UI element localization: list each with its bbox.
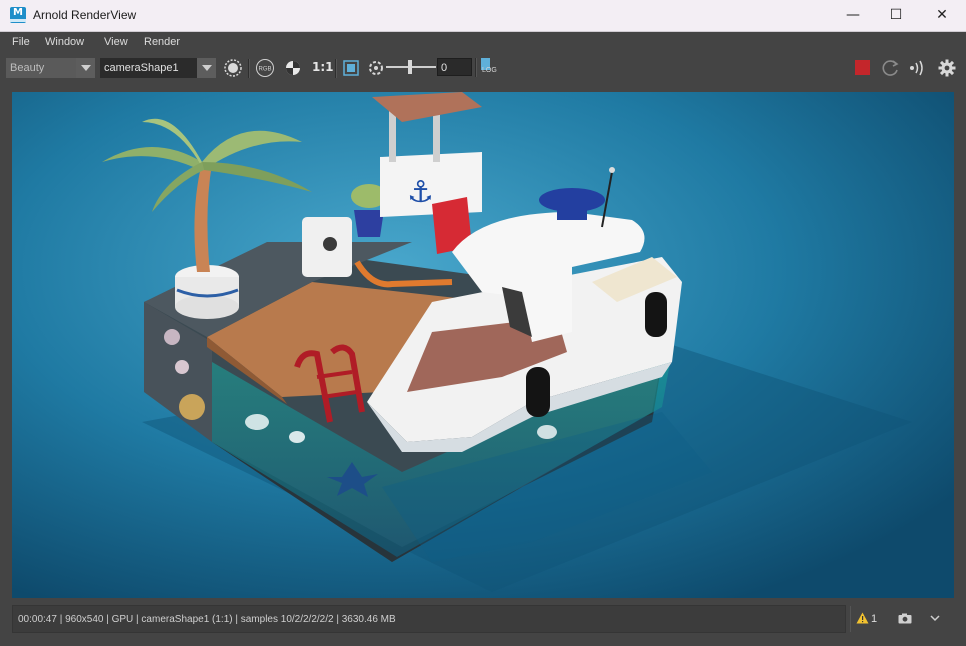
toolbar-separator — [335, 59, 337, 78]
aperture-icon[interactable] — [223, 58, 243, 78]
rgb-icon[interactable]: RGB — [255, 58, 275, 78]
window-title: Arnold RenderView — [33, 8, 137, 22]
ipr-icon[interactable] — [907, 58, 929, 78]
camera-dropdown-value: cameraShape1 — [104, 62, 179, 74]
menu-bar: File Window View Render — [0, 32, 966, 54]
gear-icon[interactable] — [937, 58, 957, 78]
toolbar-separator — [475, 58, 477, 77]
render-viewport[interactable]: ⚓ — [12, 92, 954, 598]
chevron-down-icon[interactable] — [929, 612, 941, 624]
stop-icon[interactable] — [855, 60, 870, 75]
chevron-down-icon — [197, 58, 216, 78]
camera-dropdown[interactable]: cameraShape1 — [100, 58, 216, 78]
render-image: ⚓ — [12, 92, 954, 598]
aov-dropdown-value: Beauty — [10, 62, 45, 74]
menu-view[interactable]: View — [104, 36, 128, 48]
rgb-label: RGB — [258, 67, 271, 73]
menu-render[interactable]: Render — [144, 36, 180, 48]
title-bar: M Arnold RenderView — ☐ ✕ — [0, 0, 966, 32]
svg-text:⚓: ⚓ — [407, 175, 434, 210]
exposure-field[interactable]: 0 — [437, 58, 472, 76]
status-text: 00:00:47 | 960x540 | GPU | cameraShape1 … — [18, 614, 396, 625]
maximize-button[interactable]: ☐ — [873, 0, 919, 31]
log-icon[interactable]: LOG — [479, 58, 499, 77]
status-separator — [850, 606, 851, 632]
refresh-icon[interactable] — [881, 58, 901, 78]
aov-dropdown[interactable]: Beauty — [6, 58, 95, 78]
close-button[interactable]: ✕ — [919, 0, 965, 31]
fit-frame-icon[interactable] — [341, 58, 361, 78]
contrast-icon[interactable] — [283, 58, 303, 78]
toolbar-separator — [248, 59, 250, 78]
status-bar: 00:00:47 | 960x540 | GPU | cameraShape1 … — [12, 605, 846, 633]
log-label: LOG — [482, 67, 497, 74]
minimize-button[interactable]: — — [830, 0, 876, 31]
exposure-icon[interactable] — [366, 58, 386, 78]
chevron-down-icon — [76, 58, 95, 78]
warning-icon[interactable] — [856, 612, 869, 624]
maya-app-icon: M — [10, 7, 26, 23]
warning-count: 1 — [871, 613, 878, 625]
menu-file[interactable]: File — [12, 36, 30, 48]
camera-icon[interactable] — [898, 613, 912, 624]
menu-window[interactable]: Window — [45, 36, 84, 48]
exposure-slider-handle[interactable] — [408, 60, 412, 74]
ratio-label[interactable]: 1:1 — [312, 60, 334, 74]
